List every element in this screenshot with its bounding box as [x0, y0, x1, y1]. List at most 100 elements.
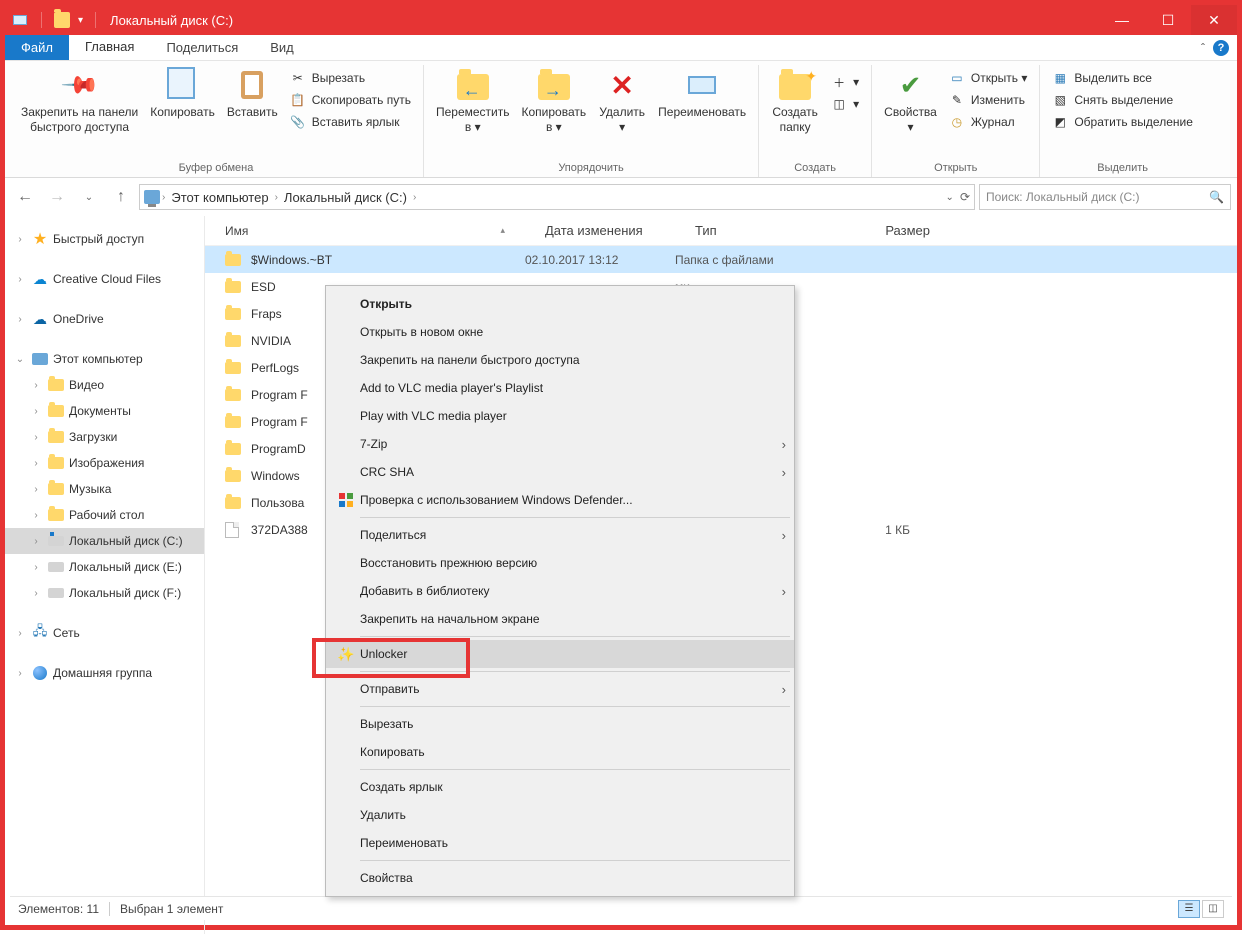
breadcrumb-current[interactable]: Локальный диск (C:) [280, 190, 411, 205]
chevron-right-icon[interactable]: › [413, 192, 416, 203]
tab-share[interactable]: Поделиться [150, 35, 254, 60]
paste-button[interactable]: Вставить [221, 65, 284, 124]
move-to-button[interactable]: ← Переместить в ▾ [430, 65, 516, 139]
properties-button[interactable]: ✔ Свойства ▾ [878, 65, 943, 139]
chevron-right-icon[interactable]: › [275, 192, 278, 203]
ctx-share[interactable]: Поделиться› [326, 521, 794, 549]
file-name: ProgramD [251, 442, 306, 456]
sidebar-item-creative-cloud[interactable]: ›☁Creative Cloud Files [5, 266, 204, 292]
copy-to-button[interactable]: → Копировать в ▾ [516, 65, 593, 139]
view-large-icons-button[interactable]: ◫ [1202, 900, 1224, 918]
rename-button[interactable]: Переименовать [652, 65, 752, 124]
ctx-restore-previous[interactable]: Восстановить прежнюю версию [326, 549, 794, 577]
sidebar-item-network[interactable]: ›🖧Сеть [5, 620, 204, 646]
copy-path-button[interactable]: 📋Скопировать путь [284, 89, 417, 111]
sidebar-item-disk-f[interactable]: ›Локальный диск (F:) [5, 580, 204, 606]
sidebar-item-music[interactable]: ›Музыка [5, 476, 204, 502]
ctx-properties[interactable]: Свойства [326, 864, 794, 892]
ctx-open[interactable]: Открыть [326, 290, 794, 318]
edit-button[interactable]: ✎Изменить [943, 89, 1033, 111]
search-input[interactable]: Поиск: Локальный диск (C:) 🔍 [979, 184, 1231, 210]
ctx-copy[interactable]: Копировать [326, 738, 794, 766]
ctx-add-library[interactable]: Добавить в библиотеку› [326, 577, 794, 605]
breadcrumb-root[interactable]: Этот компьютер [167, 190, 272, 205]
ctx-create-shortcut[interactable]: Создать ярлык [326, 773, 794, 801]
qat-dropdown-icon[interactable]: ▾ [78, 15, 83, 26]
sidebar-item-disk-c[interactable]: ›Локальный диск (C:) [5, 528, 204, 554]
rename-icon [688, 76, 716, 94]
minimize-button[interactable]: — [1099, 5, 1145, 35]
new-item-button[interactable]: ＋▾ [825, 71, 865, 93]
ctx-vlc-add[interactable]: Add to VLC media player's Playlist [326, 374, 794, 402]
ctx-7zip[interactable]: 7-Zip› [326, 430, 794, 458]
new-folder-button[interactable]: ✦ Создать папку [765, 65, 825, 139]
ctx-unlocker[interactable]: ✨Unlocker [326, 640, 794, 668]
sidebar-item-downloads[interactable]: ›Загрузки [5, 424, 204, 450]
recent-button[interactable]: ⌄ [75, 183, 103, 211]
ribbon-tabs: Файл Главная Поделиться Вид ˆ ? [5, 35, 1237, 61]
col-type[interactable]: Тип [695, 223, 840, 238]
tab-home[interactable]: Главная [69, 35, 150, 60]
sidebar-item-disk-e[interactable]: ›Локальный диск (E:) [5, 554, 204, 580]
ctx-open-new-window[interactable]: Открыть в новом окне [326, 318, 794, 346]
select-none-button[interactable]: ▧Снять выделение [1046, 89, 1199, 111]
sidebar-item-homegroup[interactable]: ›Домашняя группа [5, 660, 204, 686]
ctx-pin-start[interactable]: Закрепить на начальном экране [326, 605, 794, 633]
file-name: ESD [251, 280, 276, 294]
chevron-down-icon[interactable]: ⌄ [946, 192, 954, 203]
invert-selection-button[interactable]: ◩Обратить выделение [1046, 111, 1199, 133]
tab-view[interactable]: Вид [254, 35, 310, 60]
view-details-button[interactable]: ☰ [1178, 900, 1200, 918]
select-all-button[interactable]: ▦Выделить все [1046, 67, 1199, 89]
sidebar-item-desktop[interactable]: ›Рабочий стол [5, 502, 204, 528]
chevron-right-icon: › [782, 528, 786, 543]
easy-access-button[interactable]: ◫▾ [825, 93, 865, 115]
paste-shortcut-button[interactable]: 📎Вставить ярлык [284, 111, 417, 133]
sidebar-item-documents[interactable]: ›Документы [5, 398, 204, 424]
disk-icon [48, 562, 64, 572]
close-button[interactable]: ✕ [1191, 5, 1237, 35]
ctx-send-to[interactable]: Отправить› [326, 675, 794, 703]
cloud-icon: ☁ [33, 271, 47, 288]
ctx-pin-quick-access[interactable]: Закрепить на панели быстрого доступа [326, 346, 794, 374]
folder-icon [225, 497, 241, 509]
delete-button[interactable]: ✕ Удалить ▾ [592, 65, 652, 139]
chevron-right-icon: › [782, 437, 786, 452]
status-selection: Выбран 1 элемент [120, 902, 223, 916]
col-date[interactable]: Дата изменения [545, 223, 695, 238]
chevron-right-icon[interactable]: › [162, 192, 165, 203]
search-placeholder: Поиск: Локальный диск (C:) [986, 190, 1139, 204]
maximize-button[interactable]: ☐ [1145, 5, 1191, 35]
folder-icon [48, 509, 64, 521]
ctx-defender[interactable]: Проверка с использованием Windows Defend… [326, 486, 794, 514]
edit-icon: ✎ [949, 92, 965, 108]
sidebar-item-onedrive[interactable]: ›☁OneDrive [5, 306, 204, 332]
file-size: 1 КБ [820, 523, 910, 537]
history-button[interactable]: ◷Журнал [943, 111, 1033, 133]
ctx-rename[interactable]: Переименовать [326, 829, 794, 857]
cut-button[interactable]: ✂Вырезать [284, 67, 417, 89]
up-button[interactable]: ↑ [107, 183, 135, 211]
back-button[interactable]: ← [11, 183, 39, 211]
forward-button[interactable]: → [43, 183, 71, 211]
file-row[interactable]: $Windows.~BT02.10.2017 13:12Папка с файл… [205, 246, 1237, 273]
folder-icon [48, 483, 64, 495]
sidebar-item-video[interactable]: ›Видео [5, 372, 204, 398]
copy-button[interactable]: Копировать [144, 65, 221, 124]
col-size[interactable]: Размер [840, 223, 930, 238]
ctx-delete[interactable]: Удалить [326, 801, 794, 829]
open-button[interactable]: ▭Открыть ▾ [943, 67, 1033, 89]
help-icon[interactable]: ? [1213, 40, 1229, 56]
pin-quick-access-button[interactable]: 📌 Закрепить на панели быстрого доступа [15, 65, 144, 139]
sidebar-item-images[interactable]: ›Изображения [5, 450, 204, 476]
sidebar-item-quick-access[interactable]: ›★Быстрый доступ [5, 226, 204, 252]
ctx-cut[interactable]: Вырезать [326, 710, 794, 738]
sidebar-item-this-pc[interactable]: ⌄Этот компьютер [5, 346, 204, 372]
refresh-button[interactable]: ⟳ [960, 190, 970, 204]
collapse-ribbon-icon[interactable]: ˆ [1201, 41, 1205, 55]
col-name[interactable]: Имя▴ [225, 224, 545, 238]
tab-file[interactable]: Файл [5, 35, 69, 60]
ctx-vlc-play[interactable]: Play with VLC media player [326, 402, 794, 430]
ctx-crc-sha[interactable]: CRC SHA› [326, 458, 794, 486]
address-bar[interactable]: › Этот компьютер › Локальный диск (C:) ›… [139, 184, 975, 210]
